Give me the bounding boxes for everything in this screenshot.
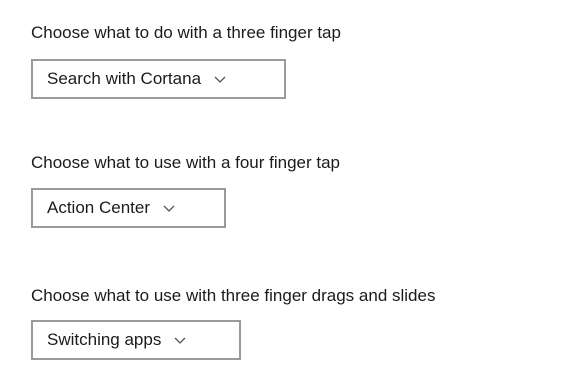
chevron-down-icon: [173, 333, 187, 347]
three-finger-tap-setting: Choose what to do with a three finger ta…: [31, 22, 341, 99]
three-finger-tap-selected-value: Search with Cortana: [47, 69, 202, 88]
chevron-down-icon: [213, 72, 227, 86]
three-finger-drag-setting: Choose what to use with three finger dra…: [31, 285, 436, 360]
chevron-down-icon: [162, 201, 176, 215]
three-finger-drag-label: Choose what to use with three finger dra…: [31, 286, 436, 305]
three-finger-drag-dropdown[interactable]: Switching apps: [31, 320, 241, 360]
four-finger-tap-dropdown[interactable]: Action Center: [31, 188, 226, 228]
four-finger-tap-label: Choose what to use with a four finger ta…: [31, 153, 341, 172]
three-finger-drag-selected-value: Switching apps: [47, 330, 162, 349]
four-finger-tap-selected-value: Action Center: [47, 198, 150, 217]
three-finger-tap-dropdown[interactable]: Search with Cortana: [31, 59, 286, 99]
three-finger-tap-label: Choose what to do with a three finger ta…: [31, 23, 341, 42]
four-finger-tap-setting: Choose what to use with a four finger ta…: [31, 152, 341, 228]
